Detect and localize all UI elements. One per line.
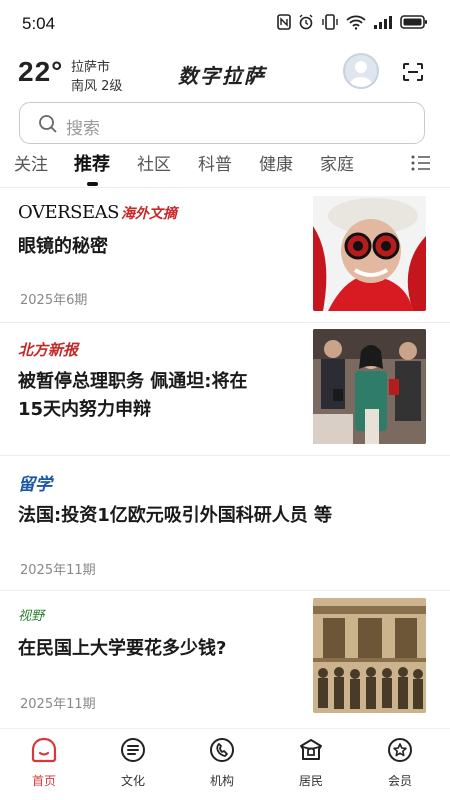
feed-item-date: 2025年11期	[20, 563, 96, 578]
vibrate-icon	[322, 14, 338, 30]
feed-item-thumbnail	[313, 329, 426, 444]
bottom-nav: 首页 文化 机构 居民 会员	[0, 728, 450, 800]
feed-item-thumbnail	[313, 598, 426, 713]
nav-label-member: 会员	[387, 774, 412, 788]
app-title-logo: 数字拉萨	[178, 64, 266, 88]
status-icons	[277, 14, 428, 30]
tab-active-indicator	[87, 182, 98, 186]
resident-icon	[300, 739, 322, 760]
search-icon	[39, 115, 57, 133]
nav-label-resident: 居民	[298, 774, 323, 788]
feed-item-title-line1: 被暂停总理职务 佩通坦:将在	[18, 371, 248, 392]
feed-item-date: 2025年11期	[20, 697, 96, 712]
user-avatar-icon	[349, 61, 373, 87]
battery-icon	[400, 15, 427, 29]
feed-item-title: 法国:投资1亿欧元吸引外国科研人员 等	[18, 505, 332, 526]
avatar[interactable]	[343, 53, 379, 89]
nav-item-culture[interactable]: 文化	[103, 737, 163, 789]
publication-logo-liuxue: 留学	[18, 475, 52, 495]
nav-item-member[interactable]: 会员	[370, 737, 430, 789]
status-time: 5:04	[22, 14, 56, 33]
institution-icon	[210, 738, 234, 762]
nav-item-resident[interactable]: 居民	[281, 737, 341, 789]
publication-logo-overseas: OVERSEAS 海外文摘	[18, 202, 177, 223]
weather-wind: 南风 2级	[71, 79, 123, 94]
feed-item-france[interactable]: 留学 法国:投资1亿欧元吸引外国科研人员 等 2025年11期	[0, 456, 450, 590]
tab-recommend[interactable]: 推荐	[74, 150, 110, 176]
tab-science[interactable]: 科普	[198, 150, 232, 175]
weather-city: 拉萨市	[71, 60, 111, 75]
culture-icon	[121, 738, 145, 762]
feed-item-glasses[interactable]: OVERSEAS 海外文摘 眼镜的秘密 2025年6期	[0, 188, 450, 322]
home-icon	[31, 737, 57, 763]
scan-icon[interactable]	[402, 62, 424, 82]
tab-family[interactable]: 家庭	[320, 150, 354, 175]
feed-item-date: 2025年6期	[20, 293, 88, 308]
thumbnail-image	[313, 329, 426, 444]
search-input[interactable]: 搜索	[19, 102, 425, 144]
nfc-icon	[277, 14, 291, 30]
feed-item-title-line2: 15天内努力申辩	[18, 399, 152, 420]
member-icon	[388, 738, 412, 762]
publication-logo-shiye: 视野	[18, 609, 45, 624]
nav-label-home: 首页	[31, 774, 56, 788]
publication-logo-beifang: 北方新报	[18, 341, 79, 359]
thumbnail-image	[313, 196, 426, 311]
tab-menu-icon[interactable]	[410, 154, 432, 172]
status-bar: 5:04	[0, 0, 450, 50]
thumbnail-image	[313, 598, 426, 713]
nav-label-culture: 文化	[120, 774, 145, 788]
nav-item-home[interactable]: 首页	[14, 737, 74, 789]
category-tabs: 关注 推荐 社区 科普 健康 家庭	[0, 150, 450, 186]
search-placeholder: 搜索	[66, 119, 100, 139]
tab-community[interactable]: 社区	[137, 150, 171, 175]
tab-health[interactable]: 健康	[259, 150, 293, 175]
nav-label-institution: 机构	[209, 774, 234, 788]
feed-item-title: 在民国上大学要花多少钱?	[18, 638, 227, 659]
alarm-icon	[299, 14, 313, 30]
signal-icon	[374, 16, 392, 29]
nav-item-institution[interactable]: 机构	[192, 737, 252, 789]
wifi-icon	[346, 15, 366, 30]
feed-item-thumbnail	[313, 196, 426, 311]
feed-item-title: 眼镜的秘密	[18, 236, 108, 257]
weather-temperature: 22°	[18, 56, 64, 87]
feed-item-thailand[interactable]: 北方新报 被暂停总理职务 佩通坦:将在 15天内努力申辩	[0, 323, 450, 455]
publication-logo-latin: OVERSEAS	[18, 202, 119, 223]
publication-logo-cn: 海外文摘	[120, 206, 177, 222]
feed-item-university[interactable]: 视野 在民国上大学要花多少钱? 2025年11期	[0, 591, 450, 721]
tab-follow[interactable]: 关注	[14, 150, 48, 175]
